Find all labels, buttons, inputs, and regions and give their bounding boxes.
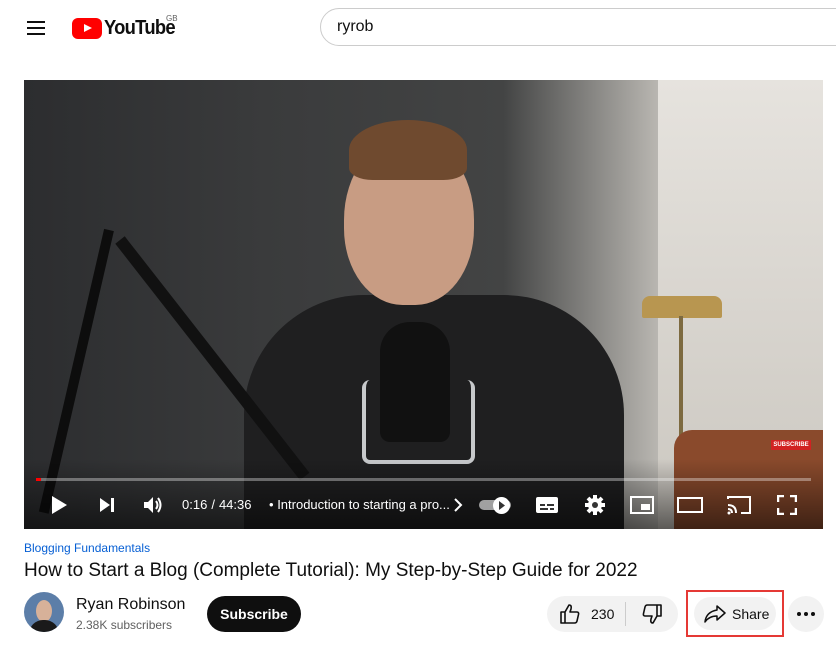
progress-fill: [36, 478, 41, 481]
video-title: How to Start a Blog (Complete Tutorial):…: [24, 560, 638, 581]
time-separator: /: [211, 497, 215, 512]
play-button[interactable]: [46, 492, 72, 518]
current-time: 0:16: [182, 497, 208, 512]
thumbs-down-icon: [642, 604, 662, 624]
time-display: 0:16/44:36: [182, 492, 251, 518]
subscribe-button[interactable]: Subscribe: [207, 596, 301, 632]
chapter-text: Introduction to starting a pro...: [277, 497, 449, 512]
chevron-right-icon: [454, 498, 463, 512]
youtube-logo[interactable]: YouTube GB: [72, 14, 181, 40]
more-dots-icon: [797, 612, 815, 616]
youtube-logo-icon: [72, 17, 102, 39]
video-frame-lamp: [642, 296, 722, 318]
chapter-bullet: •: [269, 497, 274, 512]
fullscreen-button[interactable]: [774, 492, 800, 518]
chapter-chevron[interactable]: [449, 492, 467, 518]
share-button[interactable]: Share: [694, 597, 776, 630]
subtitles-icon: [536, 497, 558, 513]
menu-icon: [27, 21, 45, 23]
autoplay-toggle[interactable]: [479, 497, 515, 514]
play-icon: [52, 496, 67, 514]
avatar-shirt: [29, 620, 59, 632]
logo-text: YouTube: [104, 16, 176, 39]
theater-mode-button[interactable]: [676, 492, 704, 518]
autoplay-knob: [493, 497, 510, 514]
thumbs-up-icon: [560, 604, 580, 624]
share-button-highlight[interactable]: Share: [686, 590, 784, 637]
more-actions-button[interactable]: [788, 596, 824, 632]
video-player[interactable]: SUBSCRIBE 0:16/44:36 • Introduction to s…: [24, 80, 823, 529]
like-dislike-group: 230: [547, 596, 678, 632]
next-button[interactable]: [94, 492, 120, 518]
avatar-face: [36, 600, 52, 622]
avatar[interactable]: [24, 592, 64, 632]
duration: 44:36: [218, 497, 252, 512]
subscriber-count: 2.38K subscribers: [76, 618, 173, 632]
channel-name[interactable]: Ryan Robinson: [76, 596, 185, 614]
menu-icon-line: [27, 33, 45, 35]
fullscreen-icon: [777, 495, 797, 515]
settings-button[interactable]: [582, 492, 608, 518]
progress-bar[interactable]: [36, 478, 811, 481]
theater-mode-icon: [677, 497, 703, 513]
menu-button[interactable]: [24, 16, 48, 40]
settings-gear-icon: [585, 495, 605, 515]
video-frame-person-hair: [349, 120, 467, 180]
like-button[interactable]: 230: [547, 596, 625, 632]
miniplayer-icon: [630, 496, 654, 514]
search-input[interactable]: [321, 9, 817, 45]
overlay-subscribe-chip[interactable]: SUBSCRIBE: [771, 440, 811, 450]
cast-button[interactable]: [726, 492, 752, 518]
miniplayer-button[interactable]: [629, 492, 655, 518]
video-frame-mic-mount: [362, 380, 475, 464]
hashtag-link[interactable]: Blogging Fundamentals: [24, 541, 150, 555]
region-label: GB: [166, 14, 178, 23]
volume-icon: [144, 497, 162, 513]
chapter-title[interactable]: • Introduction to starting a pro...: [269, 492, 449, 518]
like-count: 230: [591, 606, 615, 622]
share-label: Share: [732, 605, 770, 622]
menu-icon-line: [27, 27, 45, 29]
autoplay-play-icon: [499, 501, 505, 510]
subtitles-button[interactable]: [534, 492, 560, 518]
volume-button[interactable]: [140, 492, 166, 518]
next-icon: [100, 498, 114, 512]
search-box[interactable]: [320, 8, 836, 46]
share-arrow-icon: [704, 604, 726, 623]
dislike-button[interactable]: [626, 596, 678, 632]
cast-icon: [727, 496, 751, 515]
